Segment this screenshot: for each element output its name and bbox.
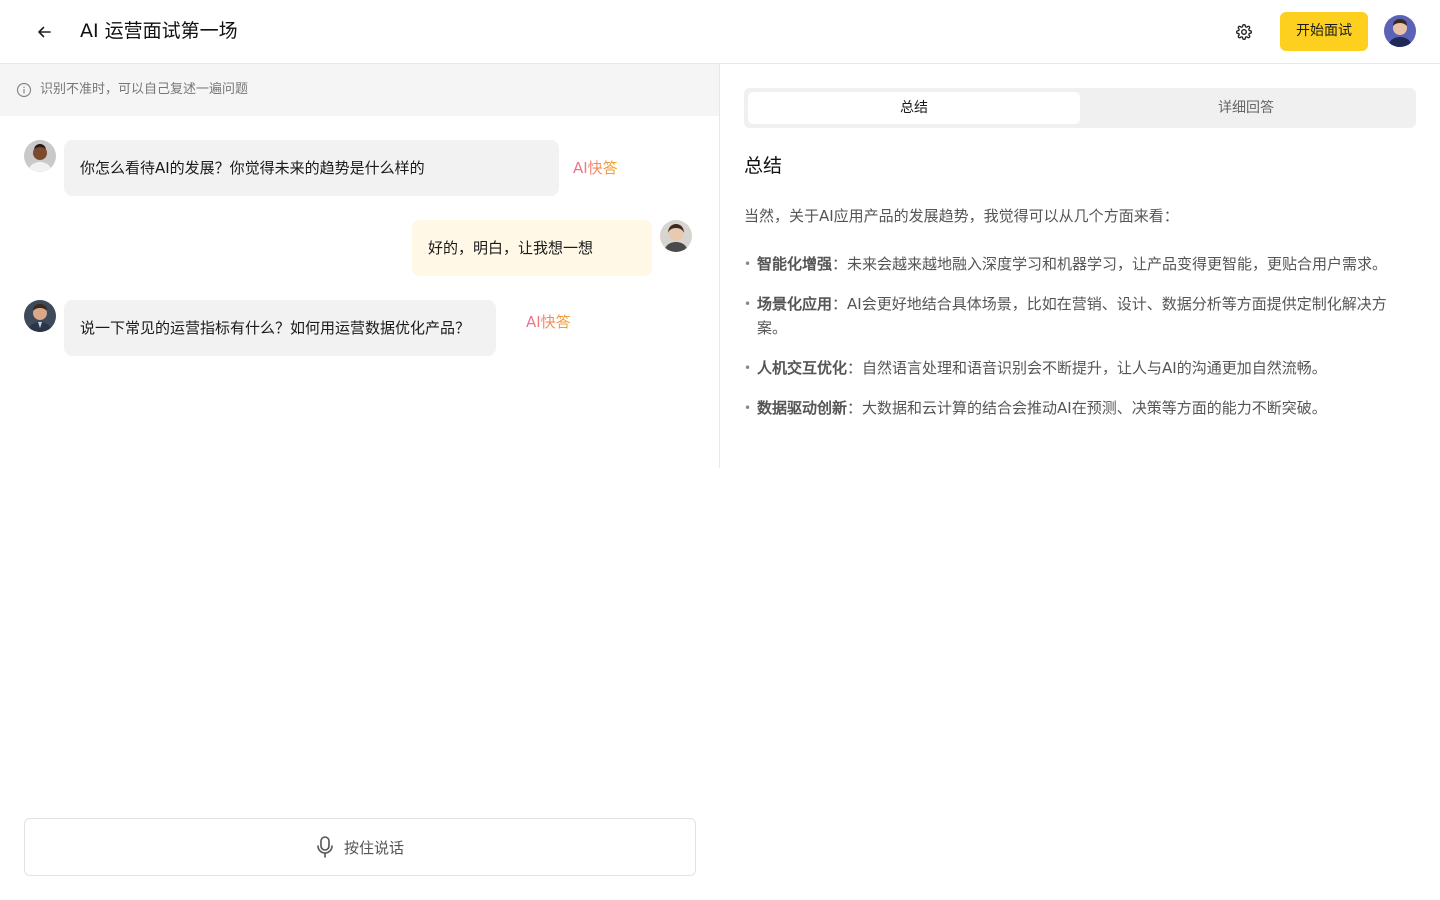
microphone-icon (317, 836, 333, 858)
point-title: 数据驱动创新 (757, 399, 848, 417)
list-item: 智能化增强：未来会越来越地融入深度学习和机器学习，让产品变得更智能，更贴合用户需… (744, 252, 1416, 276)
summary-intro: 当然，关于AI应用产品的发展趋势，我觉得可以从几个方面来看： (744, 207, 1179, 225)
interviewer-avatar (24, 300, 56, 332)
push-to-talk-button[interactable]: 按住说话 (24, 818, 696, 876)
notice-text: 识别不准时，可以自己复述一遍问题 (40, 82, 249, 97)
back-arrow-icon (38, 26, 51, 38)
top-bar: AI 运营面试第一场 开始面试 (0, 0, 1440, 64)
list-item: 人机交互优化：自然语言处理和语音识别会不断提升，让人与AI的沟通更加自然流畅。 (744, 356, 1416, 380)
tab-detailed-answer[interactable]: 详细回答 (1080, 92, 1412, 124)
summary-points: 智能化增强：未来会越来越地融入深度学习和机器学习，让产品变得更智能，更贴合用户需… (744, 252, 1416, 436)
answer-panel: 总结 详细回答 总结 当然，关于AI应用产品的发展趋势，我觉得可以从几个方面来看… (720, 64, 1440, 900)
notice-bar: 识别不准时，可以自己复述一遍问题 (0, 64, 719, 116)
candidate-avatar (660, 220, 692, 252)
list-item: 场景化应用：AI会更好地结合具体场景，比如在营销、设计、数据分析等方面提供定制化… (744, 292, 1416, 340)
point-text: ：AI会更好地结合具体场景，比如在营销、设计、数据分析等方面提供定制化解决方案。 (757, 295, 1387, 337)
ai-quick-answer-link[interactable]: AI快答 (573, 158, 618, 178)
point-text: ：大数据和云计算的结合会推动AI在预测、决策等方面的能力不断突破。 (847, 399, 1327, 417)
page-title: AI 运营面试第一场 (80, 20, 238, 42)
point-text: ：未来会越来越地融入深度学习和机器学习，让产品变得更智能，更贴合用户需求。 (832, 255, 1388, 273)
question-bubble: 你怎么看待AI的发展？你觉得未来的趋势是什么样的 (64, 140, 559, 196)
list-item: 数据驱动创新：大数据和云计算的结合会推动AI在预测、决策等方面的能力不断突破。 (744, 396, 1416, 420)
tab-summary[interactable]: 总结 (748, 92, 1080, 124)
point-title: 人机交互优化 (757, 359, 848, 377)
gear-icon (1236, 24, 1252, 40)
question-bubble: 说一下常见的运营指标有什么？如何用运营数据优化产品？ (64, 300, 496, 356)
info-icon (16, 82, 32, 98)
summary-heading: 总结 (744, 155, 783, 177)
point-text: ：自然语言处理和语音识别会不断提升，让人与AI的沟通更加自然流畅。 (847, 359, 1327, 377)
answer-bubble: 好的，明白，让我想一想 (412, 220, 652, 276)
point-title: 智能化增强 (757, 255, 833, 273)
answer-tabs: 总结 详细回答 (744, 88, 1416, 128)
chat-panel: 识别不准时，可以自己复述一遍问题 你怎么看待AI的发展？你觉得未来的趋势是什么样… (0, 64, 720, 900)
user-avatar[interactable] (1384, 15, 1416, 47)
point-title: 场景化应用 (757, 295, 833, 313)
start-interview-button[interactable]: 开始面试 (1280, 12, 1368, 51)
ai-quick-answer-link[interactable]: AI快答 (526, 312, 571, 332)
push-to-talk-label: 按住说话 (343, 838, 404, 857)
interviewer-avatar (24, 140, 56, 172)
back-button[interactable] (28, 16, 60, 48)
settings-button[interactable] (1228, 16, 1260, 48)
